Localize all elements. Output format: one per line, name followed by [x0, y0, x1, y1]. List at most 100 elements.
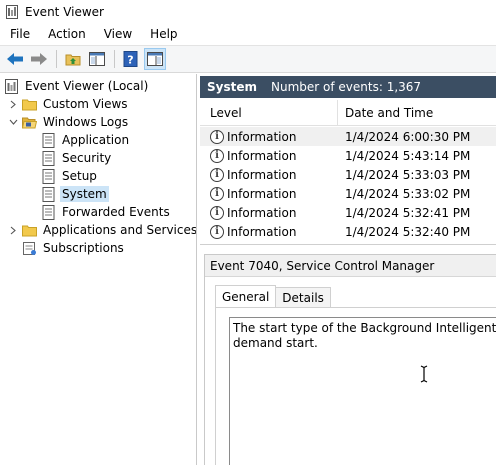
table-row[interactable]: i Information 1/4/2024 5:43:14 PM — [200, 146, 496, 165]
forward-arrow-icon — [31, 53, 47, 65]
title-bar: Event Viewer — [0, 0, 496, 24]
date-cell: 1/4/2024 6:00:30 PM — [345, 129, 471, 144]
up-one-level-button[interactable] — [62, 48, 84, 70]
folder-icon — [22, 97, 37, 112]
open-folder-icon — [21, 115, 38, 130]
date-cell: 1/4/2024 5:43:14 PM — [345, 148, 471, 163]
tree-label: Custom Views — [43, 97, 128, 111]
event-detail-pane: Event 7040, Service Control Manager Gene… — [204, 254, 496, 465]
menu-file[interactable]: File — [0, 24, 39, 44]
information-icon: i — [210, 148, 224, 163]
log-icon — [41, 150, 56, 166]
information-icon: i — [210, 224, 224, 239]
information-icon: i — [210, 186, 224, 201]
information-icon: i — [210, 129, 224, 144]
tree-item-subscriptions[interactable]: Subscriptions — [22, 239, 126, 257]
date-cell: 1/4/2024 5:32:40 PM — [345, 224, 471, 239]
chevron-right-icon[interactable] — [8, 221, 18, 239]
toolbar-separator — [114, 50, 115, 68]
column-header-level[interactable]: Level — [210, 100, 335, 126]
level-cell: Information — [227, 224, 297, 239]
tree-label: Application — [62, 133, 130, 147]
table-row[interactable]: i Information 1/4/2024 6:00:30 PM — [200, 127, 496, 146]
information-icon: i — [210, 167, 224, 182]
description-line: demand start. — [233, 336, 318, 350]
log-icon — [41, 186, 56, 202]
tree-label: Security — [62, 151, 112, 165]
date-cell: 1/4/2024 5:33:02 PM — [345, 186, 471, 201]
tree-item-application[interactable]: Application — [41, 131, 131, 149]
toolbar-separator — [56, 50, 57, 68]
column-header-date-and-time[interactable]: Date and Time — [345, 100, 433, 126]
results-pane: System Number of events: 1,367 Level Dat… — [200, 74, 496, 465]
show-hide-console-tree-button[interactable] — [86, 48, 108, 70]
tree-item-security[interactable]: Security — [41, 149, 113, 167]
console-tree: Event Viewer (Local) Custom Views Window… — [0, 74, 197, 465]
help-icon: ? — [123, 51, 138, 67]
date-cell: 1/4/2024 5:33:03 PM — [345, 167, 471, 182]
chevron-down-icon[interactable] — [8, 113, 18, 131]
tree-label: Subscriptions — [43, 241, 124, 255]
tree-item-setup[interactable]: Setup — [41, 167, 99, 185]
back-arrow-icon — [7, 53, 23, 65]
back-button[interactable] — [4, 48, 26, 70]
tree-label: Event Viewer (Local) — [25, 79, 149, 93]
tree-item-windows-logs[interactable]: Windows Logs — [8, 113, 130, 131]
column-divider[interactable] — [337, 100, 338, 126]
detail-tabs: General Details — [215, 285, 331, 307]
folder-icon — [22, 223, 37, 238]
log-icon — [41, 204, 56, 220]
show-hide-tree-icon — [89, 52, 105, 66]
level-cell: Information — [227, 167, 297, 182]
subscriptions-icon — [22, 241, 37, 256]
event-count: Number of events: 1,367 — [271, 80, 422, 94]
level-cell: Information — [227, 129, 297, 144]
information-icon: i — [210, 205, 224, 220]
table-row[interactable]: i Information 1/4/2024 5:32:41 PM — [200, 203, 496, 222]
up-folder-icon — [65, 54, 81, 66]
menu-help[interactable]: Help — [141, 24, 186, 44]
tree-item-forwarded-events[interactable]: Forwarded Events — [41, 203, 172, 221]
show-hide-action-pane-icon — [147, 52, 163, 66]
events-grid: Level Date and Time i Information 1/4/20… — [200, 100, 496, 245]
tree-item-system[interactable]: System — [41, 185, 109, 203]
show-hide-action-pane-button[interactable] — [144, 48, 166, 70]
grid-header: Level Date and Time — [200, 100, 496, 126]
tree-label: Applications and Services Lo — [43, 223, 197, 237]
chevron-right-icon[interactable] — [8, 95, 18, 113]
menu-action[interactable]: Action — [39, 24, 95, 44]
tree-item-custom-views[interactable]: Custom Views — [8, 95, 130, 113]
date-cell: 1/4/2024 5:32:41 PM — [345, 205, 471, 220]
tree-label: Windows Logs — [43, 115, 129, 129]
tree-item-applications-and-services-logs[interactable]: Applications and Services Lo — [8, 221, 197, 239]
window-title: Event Viewer — [25, 5, 104, 19]
level-cell: Information — [227, 186, 297, 201]
help-button[interactable]: ? — [120, 48, 142, 70]
svg-text:?: ? — [127, 54, 133, 67]
menu-bar: File Action View Help — [0, 24, 496, 44]
event-detail-title: Event 7040, Service Control Manager — [205, 255, 496, 277]
general-tab-body: The start type of the Background Intelli… — [215, 307, 496, 465]
toolbar: ? — [0, 45, 496, 73]
level-cell: Information — [227, 148, 297, 163]
tab-details[interactable]: Details — [275, 287, 331, 307]
log-icon — [41, 168, 56, 184]
tab-general[interactable]: General — [215, 285, 277, 307]
log-title: System — [207, 80, 257, 94]
event-description[interactable]: The start type of the Background Intelli… — [229, 317, 496, 465]
log-header: System Number of events: 1,367 — [200, 76, 496, 98]
tree-label: Forwarded Events — [62, 205, 170, 219]
level-cell: Information — [227, 205, 297, 220]
table-row[interactable]: i Information 1/4/2024 5:32:40 PM — [200, 222, 496, 241]
event-viewer-icon — [4, 78, 19, 94]
table-row[interactable]: i Information 1/4/2024 5:33:03 PM — [200, 165, 496, 184]
forward-button[interactable] — [28, 48, 50, 70]
table-row[interactable]: i Information 1/4/2024 5:33:02 PM — [200, 184, 496, 203]
text-cursor-icon — [418, 365, 430, 383]
tree-label: System — [60, 186, 109, 202]
tree-label: Setup — [62, 169, 97, 183]
menu-view[interactable]: View — [95, 24, 141, 44]
description-line: The start type of the Background Intelli… — [233, 321, 496, 335]
tree-item-event-viewer-local[interactable]: Event Viewer (Local) — [4, 77, 150, 95]
log-icon — [41, 132, 56, 148]
